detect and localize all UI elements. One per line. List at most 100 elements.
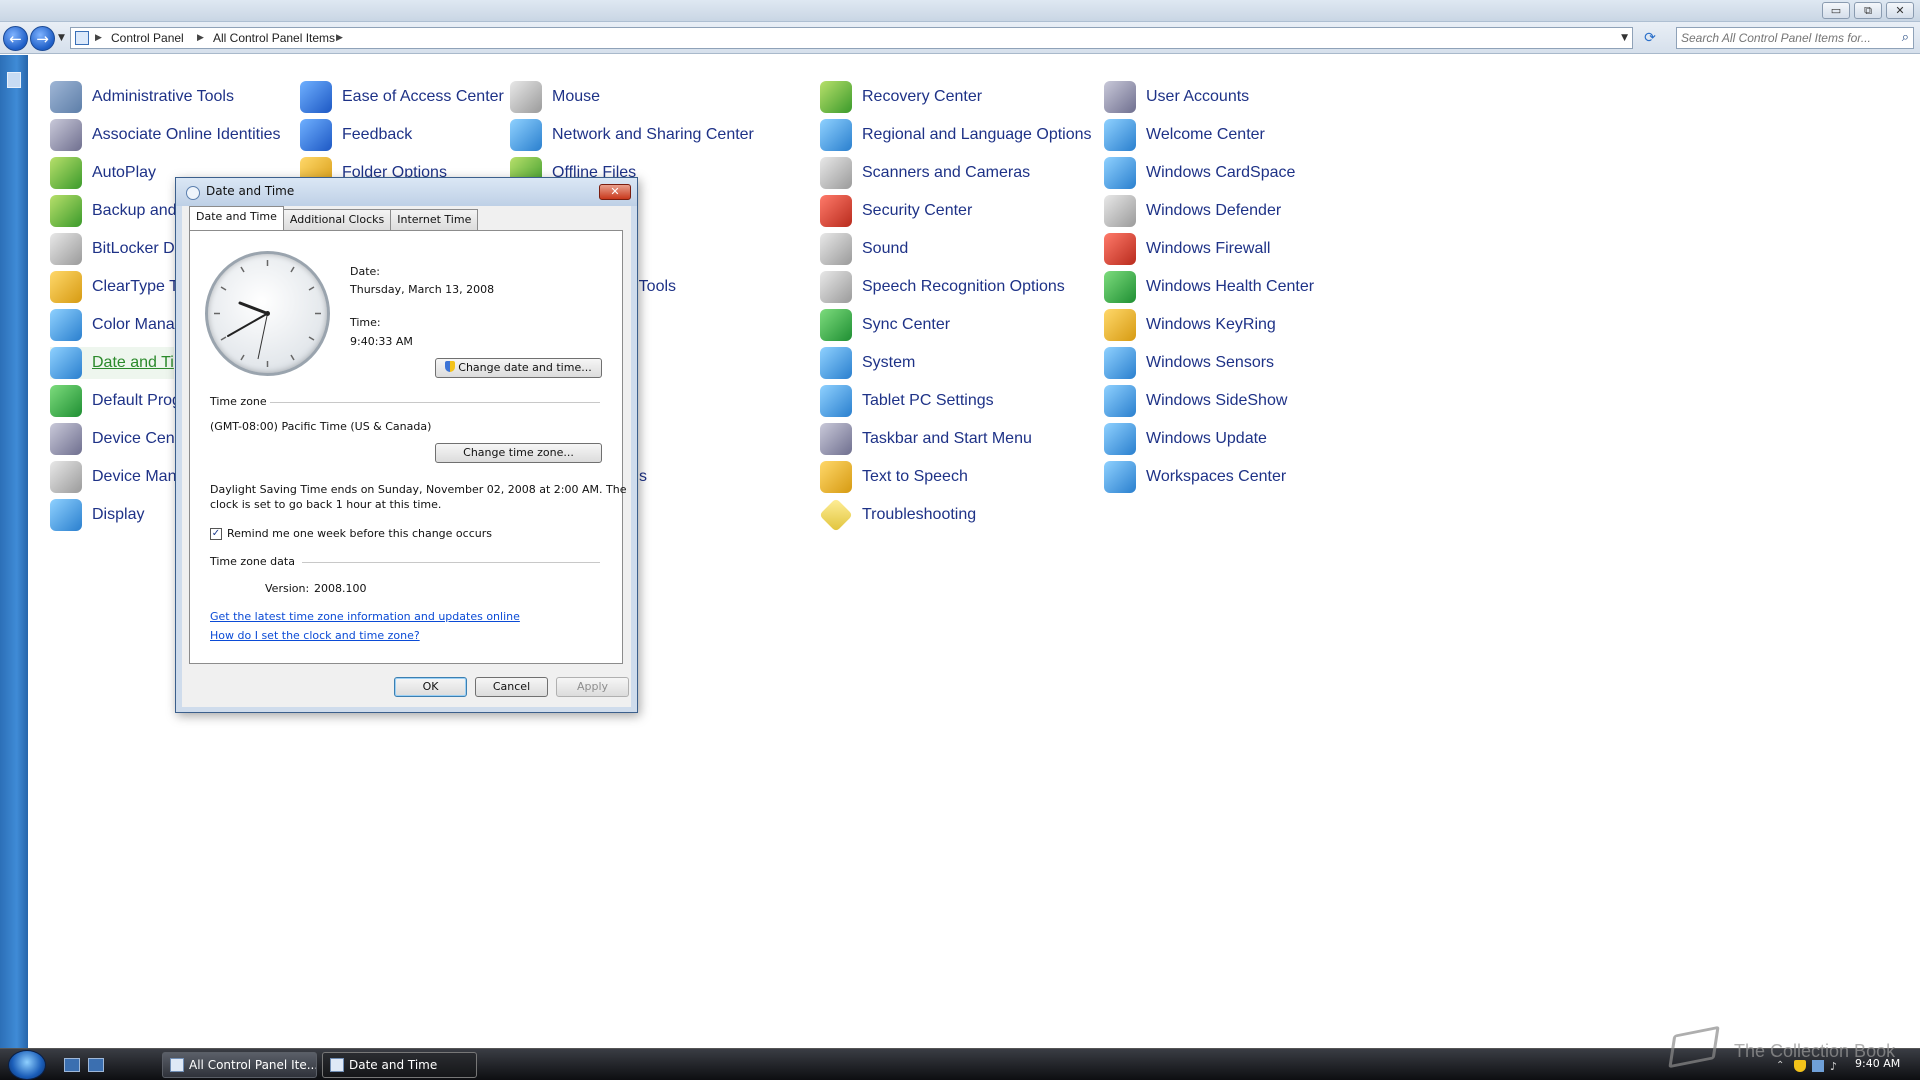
change-time-zone-button[interactable]: Change time zone... (435, 443, 602, 463)
control-panel-item[interactable]: AutoPlay (50, 157, 156, 189)
control-panel-item[interactable]: Default Prog (50, 385, 181, 417)
tab-internet-time[interactable]: Internet Time (390, 209, 479, 230)
taskbar-button-date-time[interactable]: Date and Time (322, 1052, 477, 1078)
control-panel-item[interactable]: BitLocker Dr (50, 233, 180, 265)
breadcrumb-arrow-icon[interactable]: ▶ (95, 28, 102, 48)
control-panel-item[interactable]: Text to Speech (820, 461, 968, 493)
welcome-icon (1104, 119, 1136, 151)
control-panel-item[interactable]: Windows SideShow (1104, 385, 1287, 417)
apply-button[interactable]: Apply (556, 677, 629, 697)
control-panel-item[interactable]: Welcome Center (1104, 119, 1265, 151)
task-pane-icon[interactable] (7, 72, 21, 88)
address-dropdown-icon[interactable]: ▼ (1621, 28, 1628, 48)
control-panel-item[interactable]: Speech Recognition Options (820, 271, 1065, 303)
breadcrumb-arrow-icon[interactable]: ▶ (197, 28, 204, 48)
control-panel-item[interactable]: Ease of Access Center (300, 81, 504, 113)
minimize-button[interactable]: ▭ (1822, 2, 1850, 19)
control-panel-item[interactable]: Windows Firewall (1104, 233, 1270, 265)
address-field[interactable]: ▶ Control Panel ▶ All Control Panel Item… (70, 27, 1633, 49)
refresh-icon[interactable]: ⟳ (1640, 28, 1660, 48)
recent-pages-dropdown-icon[interactable]: ▼ (58, 33, 65, 43)
uac-shield-icon (445, 361, 456, 372)
tz-updates-link[interactable]: Get the latest time zone information and… (210, 610, 520, 623)
cancel-button[interactable]: Cancel (475, 677, 548, 697)
control-panel-item[interactable]: Taskbar and Start Menu (820, 423, 1032, 455)
control-panel-item[interactable]: Mouse (510, 81, 600, 113)
item-label: Windows Update (1146, 430, 1267, 447)
control-panel-item[interactable]: Network and Sharing Center (510, 119, 754, 151)
control-panel-item[interactable]: Troubleshooting (819, 498, 976, 532)
change-date-time-button[interactable]: Change date and time... (435, 358, 602, 378)
item-label: User Accounts (1146, 88, 1250, 105)
time-value: 9:40:33 AM (350, 335, 413, 348)
control-panel-item[interactable]: Windows KeyRing (1104, 309, 1276, 341)
maximize-button[interactable]: ⧉ (1854, 2, 1882, 19)
dialog-tabs: Date and Time Additional Clocks Internet… (189, 206, 479, 230)
tab-date-and-time[interactable]: Date and Time (189, 206, 284, 230)
tab-additional-clocks[interactable]: Additional Clocks (282, 209, 392, 230)
item-label: Mouse (552, 88, 601, 105)
item-label: Regional and Language Options (862, 126, 1092, 143)
control-panel-item[interactable]: Feedback (300, 119, 412, 151)
control-panel-item[interactable]: Windows Update (1104, 423, 1267, 455)
control-panel-item[interactable]: Windows CardSpace (1104, 157, 1295, 189)
breadcrumb-arrow-icon[interactable]: ▶ (336, 28, 343, 48)
divider (270, 402, 600, 403)
help-clock-link[interactable]: How do I set the clock and time zone? (210, 629, 420, 642)
breadcrumb-control-panel[interactable]: Control Panel (111, 28, 184, 48)
control-panel-item[interactable]: Display (50, 499, 144, 531)
ok-button[interactable]: OK (394, 677, 467, 697)
tz-data-heading: Time zone data (210, 555, 295, 568)
control-panel-item[interactable]: Scanners and Cameras (820, 157, 1030, 189)
control-panel-item[interactable]: Color Mana (50, 309, 175, 341)
control-panel-item[interactable]: Sound (820, 233, 908, 265)
remind-checkbox[interactable]: ✓ (210, 528, 222, 540)
back-button[interactable]: ← (3, 26, 28, 51)
item-label: Recovery Center (862, 88, 983, 105)
dst-text-line2: clock is set to go back 1 hour at this t… (210, 498, 442, 511)
control-panel-item[interactable]: Associate Online Identities (50, 119, 281, 151)
item-label: Date and Ti (92, 354, 174, 371)
control-panel-item[interactable]: Sync Center (820, 309, 950, 341)
control-panel-item[interactable]: Windows Health Center (1104, 271, 1314, 303)
search-icon[interactable]: ⌕ (1902, 30, 1909, 45)
tablet-icon (820, 385, 852, 417)
taskbar-button-control-panel[interactable]: All Control Panel Ite... (162, 1052, 317, 1078)
control-panel-item[interactable]: Date and Ti (50, 347, 174, 379)
show-desktop-icon[interactable] (64, 1058, 80, 1072)
recovery-icon (820, 81, 852, 113)
address-bar: ← → ▼ ▶ Control Panel ▶ All Control Pane… (0, 22, 1920, 54)
control-panel-item[interactable]: Windows Sensors (1104, 347, 1274, 379)
item-label: Sync Center (862, 316, 951, 333)
item-label: Scanners and Cameras (862, 164, 1031, 181)
control-panel-item[interactable]: Administrative Tools (50, 81, 234, 113)
control-panel-item[interactable]: Device Cent (50, 423, 179, 455)
item-label: Security Center (862, 202, 973, 219)
switch-windows-icon[interactable] (88, 1058, 104, 1072)
control-panel-item[interactable]: Windows Defender (1104, 195, 1281, 227)
item-label: System (862, 354, 916, 371)
bitlocker-icon (50, 233, 82, 265)
close-window-button[interactable]: ✕ (1886, 2, 1914, 19)
search-input[interactable] (1681, 30, 1886, 46)
control-panel-item[interactable]: Backup and (50, 195, 177, 227)
control-panel-item[interactable]: Security Center (820, 195, 972, 227)
breadcrumb-all-items[interactable]: All Control Panel Items (213, 28, 335, 48)
dst-text-line1: Daylight Saving Time ends on Sunday, Nov… (210, 483, 627, 496)
control-panel-item[interactable]: Device Man (50, 461, 176, 493)
control-panel-item[interactable]: Workspaces Center (1104, 461, 1286, 493)
control-panel-item[interactable]: Tablet PC Settings (820, 385, 994, 417)
start-orb-icon[interactable] (8, 1050, 46, 1080)
item-label: Windows Health Center (1146, 278, 1315, 295)
forward-button[interactable]: → (30, 26, 55, 51)
control-panel-item[interactable]: ClearType T (50, 271, 179, 303)
control-panel-item[interactable]: Recovery Center (820, 81, 982, 113)
search-box[interactable]: ⌕ (1676, 27, 1914, 49)
control-panel-item[interactable]: System (820, 347, 915, 379)
change-date-time-label: Change date and time... (458, 361, 592, 374)
control-panel-item[interactable]: User Accounts (1104, 81, 1249, 113)
dialog-close-button[interactable]: ✕ (599, 184, 631, 200)
item-label: AutoPlay (92, 164, 157, 181)
item-label: Sound (862, 240, 909, 257)
control-panel-item[interactable]: Regional and Language Options (820, 119, 1092, 151)
